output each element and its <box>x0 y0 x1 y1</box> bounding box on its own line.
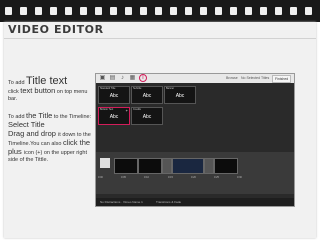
add-title-plus-icon[interactable]: + <box>126 108 128 113</box>
instructions-paragraph-1: To add Title text click text button on t… <box>8 75 88 103</box>
timeline-clip[interactable] <box>172 158 204 174</box>
image-icon[interactable]: ▤ <box>109 75 116 82</box>
title-tile-standard[interactable]: Standard Title Abc <box>98 86 130 104</box>
browse-label[interactable]: Browse <box>226 76 238 80</box>
title-divider <box>4 38 316 39</box>
titles-label: No Selected Titles <box>241 76 270 80</box>
video-editor-screenshot: ▣ ▤ ♪ ▦ T Browse No Selected Titles Fini… <box>95 73 295 207</box>
timeline-clip[interactable] <box>138 158 162 174</box>
editor-toolbar: ▣ ▤ ♪ ▦ T Browse No Selected Titles Fini… <box>96 74 294 83</box>
timeline-clip[interactable] <box>114 158 138 174</box>
music-icon[interactable]: ♪ <box>119 75 126 82</box>
video-icon[interactable]: ▣ <box>99 75 106 82</box>
title-tile-banner[interactable]: Banner Abc <box>164 86 196 104</box>
timeline-transition[interactable] <box>204 158 214 174</box>
timeline-clip[interactable] <box>214 158 238 174</box>
instructions-paragraph-2: To add the Title to the Timeline: Select… <box>8 111 92 163</box>
editor-status-bar: No Distractions · Vimeo Name 1 Transitio… <box>96 198 294 206</box>
timeline-ruler: 0:00 0:05 0:10 0:15 0:20 0:25 0:30 <box>98 176 242 179</box>
finished-button[interactable]: Finished <box>272 75 292 83</box>
slide-title: VIDEO EDITOR <box>8 23 104 36</box>
transition-icon[interactable]: ▦ <box>129 75 136 82</box>
timeline-track[interactable] <box>96 152 294 194</box>
timeline-start-flag-icon <box>100 158 110 168</box>
title-tile-bottom-text[interactable]: Bottom Text Abc + <box>98 107 130 125</box>
film-strip-header <box>0 0 320 22</box>
title-tile-subtitle[interactable]: Subtitle Abc <box>131 86 163 104</box>
title-tile-credits[interactable]: Credits Abc <box>131 107 163 125</box>
timeline-transition[interactable] <box>162 158 172 174</box>
text-icon[interactable]: T <box>139 74 147 82</box>
